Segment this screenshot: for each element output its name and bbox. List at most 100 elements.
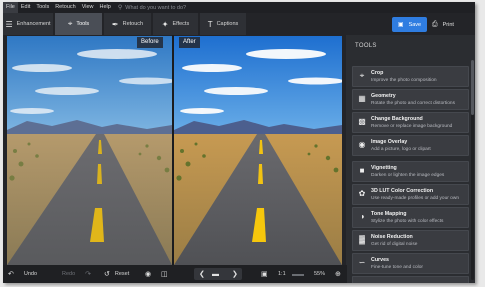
tool-name: Geometry xyxy=(371,93,396,99)
brush-icon: ✒ xyxy=(111,19,119,29)
tool-3d-lut[interactable]: ✿ 3D LUT Color Correction Use ready-made… xyxy=(352,184,469,205)
menu-edit[interactable]: Edit xyxy=(18,2,33,13)
save-button[interactable]: ▣ Save xyxy=(392,17,427,32)
tool-name: Curves xyxy=(371,257,389,263)
print-label: Print xyxy=(442,21,454,28)
redo-button[interactable]: Redo ↷ xyxy=(62,265,91,283)
tool-name: Tone Mapping xyxy=(371,211,407,217)
after-photo xyxy=(174,36,342,265)
tool-desc: Use ready-made profiles or add your own xyxy=(371,196,459,201)
undo-icon: ↶ xyxy=(8,271,14,278)
tool-vignetting[interactable]: ■ Vignetting Darken or lighten the image… xyxy=(352,161,469,182)
tool-curves[interactable]: ∽ Curves Fine-tune tone and color xyxy=(352,253,469,274)
tool-image-overlay[interactable]: ◉ Image Overlay Add a picture, logo or c… xyxy=(352,135,469,156)
image-canvas[interactable]: Before After xyxy=(3,35,346,265)
menu-bar: File Edit Tools Retouch View Help ⚲ What… xyxy=(3,2,475,13)
next-image-button[interactable]: ❯ xyxy=(232,265,238,283)
tab-captions[interactable]: T Captions xyxy=(200,13,246,35)
scrollbar-thumb[interactable] xyxy=(471,60,474,115)
print-button[interactable]: ⎙ Print xyxy=(432,17,472,32)
save-icon: ▣ xyxy=(397,22,404,28)
tool-tone-mapping[interactable]: ◑ Tone Mapping Stylize the photo with co… xyxy=(352,207,469,228)
compare-button[interactable]: ◫ xyxy=(161,265,168,283)
tool-geometry[interactable]: ▦ Geometry Rotate the photo and correct … xyxy=(352,89,469,110)
after-label: After xyxy=(179,37,200,48)
tab-tools[interactable]: ⌖ Tools xyxy=(55,13,102,35)
sliders-icon: ☰ xyxy=(5,19,13,29)
printer-icon: ⎙ xyxy=(432,20,438,28)
menu-tools[interactable]: Tools xyxy=(33,2,52,13)
app-window: File Edit Tools Retouch View Help ⚲ What… xyxy=(3,2,475,283)
tool-desc: Improve the photo composition xyxy=(371,78,437,83)
tool-name: Change Background xyxy=(371,116,423,122)
tool-noise-reduction[interactable]: ▓ Noise Reduction Get rid of digital noi… xyxy=(352,230,469,251)
tool-desc: Add a picture, logo or clipart xyxy=(371,147,431,152)
menu-retouch[interactable]: Retouch xyxy=(52,2,79,13)
background-icon: ▩ xyxy=(358,117,366,126)
magic-wand-icon: ✦ xyxy=(161,19,169,29)
zoom-ratio[interactable]: 1:1 xyxy=(278,265,286,283)
tool-change-background[interactable]: ▩ Change Background Remove or replace im… xyxy=(352,112,469,133)
tool-desc: Darken or lighten the image edges xyxy=(371,173,445,178)
split-divider[interactable] xyxy=(172,35,174,265)
tab-captions-label: Captions xyxy=(216,21,239,27)
curves-icon: ∽ xyxy=(358,258,366,267)
preview-toggle[interactable]: ◉ xyxy=(145,265,151,283)
tab-tools-label: Tools xyxy=(76,21,90,27)
folder-icon: ▬ xyxy=(212,270,219,278)
fit-screen-button[interactable]: ▣ xyxy=(261,265,268,283)
reset-icon: ↺ xyxy=(104,271,110,278)
tool-desc: Fine-tune tone and color xyxy=(371,265,423,270)
eye-icon: ◉ xyxy=(145,271,152,278)
search-icon: ⚲ xyxy=(117,5,123,11)
text-icon: T xyxy=(207,19,213,29)
reset-label: Reset xyxy=(114,271,130,277)
redo-label: Redo xyxy=(62,271,76,277)
search-box[interactable]: ⚲ What do you want to do? xyxy=(117,4,186,12)
plus-icon: ⊕ xyxy=(335,271,341,278)
chevron-left-icon: ❮ xyxy=(199,271,205,278)
tool-crop[interactable]: ⌖ Crop Improve the photo composition xyxy=(352,66,469,87)
tool-name: Noise Reduction xyxy=(371,234,413,240)
overlay-icon: ◉ xyxy=(358,140,366,149)
prev-image-button[interactable]: ❮ xyxy=(199,265,205,283)
tool-desc: Stylize the photo with color effects xyxy=(371,219,444,224)
redo-icon: ↷ xyxy=(85,271,92,278)
bottom-toolbar: ↶ Undo Redo ↷ ↺ Reset ◉ ◫ ❮ ▬ ❯ ▣ 1:1 55… xyxy=(3,265,347,283)
zoom-slider[interactable] xyxy=(292,274,304,276)
menu-view[interactable]: View xyxy=(79,2,97,13)
road-photo-before xyxy=(7,36,172,265)
tool-desc: Rotate the photo and correct distortions xyxy=(371,101,455,106)
zoom-in-button[interactable]: ⊕ xyxy=(335,265,341,283)
compare-icon: ◫ xyxy=(161,271,168,278)
chevron-right-icon: ❯ xyxy=(232,271,238,278)
tool-desc: Get rid of digital noise xyxy=(371,242,418,247)
vignette-icon: ■ xyxy=(359,166,365,175)
undo-button[interactable]: ↶ Undo xyxy=(8,265,37,283)
lut-icon: ✿ xyxy=(358,189,366,198)
crop-icon: ⌖ xyxy=(359,71,365,80)
fit-screen-icon: ▣ xyxy=(261,271,268,278)
tool-name: Crop xyxy=(371,70,384,76)
tab-retouch[interactable]: ✒ Retouch xyxy=(104,13,151,35)
tab-retouch-label: Retouch xyxy=(122,21,144,27)
tab-effects-label: Effects xyxy=(172,21,190,27)
before-label: Before xyxy=(137,37,163,48)
reset-button[interactable]: ↺ Reset xyxy=(104,265,129,283)
panel-title: TOOLS xyxy=(355,43,377,49)
tool-next-partial[interactable] xyxy=(352,276,469,283)
undo-label: Undo xyxy=(23,271,38,277)
menu-file[interactable]: File xyxy=(3,2,18,13)
gallery-button[interactable]: ▬ xyxy=(212,265,219,283)
tone-icon: ◑ xyxy=(359,212,365,221)
tab-effects[interactable]: ✦ Effects xyxy=(153,13,198,35)
crop-icon: ⌖ xyxy=(67,19,73,28)
tab-enhancement-label: Enhancement xyxy=(16,21,51,27)
tool-name: Image Overlay xyxy=(371,139,408,145)
menu-help[interactable]: Help xyxy=(97,2,114,13)
tool-name: 3D LUT Color Correction xyxy=(371,188,434,194)
tools-panel: TOOLS ⌖ Crop Improve the photo compositi… xyxy=(347,35,475,283)
panel-scrollbar[interactable] xyxy=(471,60,474,280)
geometry-icon: ▦ xyxy=(358,94,366,103)
tab-enhancement[interactable]: ☰ Enhancement xyxy=(3,13,53,35)
